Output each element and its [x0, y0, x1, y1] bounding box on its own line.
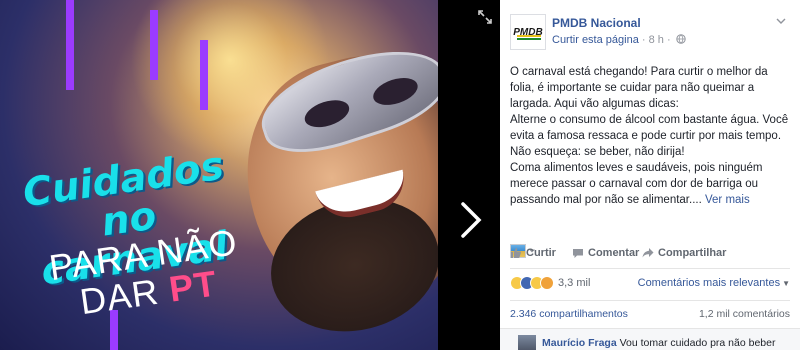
comment-icon: [573, 249, 583, 258]
meta-separator: ·: [666, 34, 671, 46]
comments-count[interactable]: 1,2 mil comentários: [699, 308, 790, 320]
thumbs-up-icon: [511, 248, 521, 258]
like-page-link[interactable]: Curtir esta página: [552, 34, 639, 46]
see-more-link[interactable]: Ver mais: [705, 194, 750, 206]
share-button[interactable]: Compartilhar: [642, 247, 726, 259]
expand-icon[interactable]: [478, 10, 492, 24]
angry-reaction-icon: [540, 276, 554, 290]
commenter-avatar[interactable]: [518, 335, 536, 350]
reactions-summary[interactable]: 3,3 mil Comentários mais relevantes ▼: [510, 276, 790, 294]
comment-button[interactable]: Comentar: [572, 247, 639, 259]
like-button[interactable]: Curtir: [510, 247, 556, 259]
comment-item: Maurício Fraga Vou tomar cuidado pra não…: [500, 328, 800, 350]
reactions-count[interactable]: 3,3 mil: [558, 277, 590, 289]
comment-button-label: Comentar: [588, 247, 640, 259]
mask-eye: [369, 72, 422, 110]
divider: [510, 300, 790, 301]
next-photo-arrow-icon[interactable]: [455, 200, 485, 240]
comment-sort-dropdown[interactable]: Comentários mais relevantes ▼: [638, 277, 790, 289]
share-arrow-icon: [642, 248, 654, 258]
post-time[interactable]: 8 h: [649, 34, 664, 46]
photo-stripe: [150, 10, 158, 80]
chevron-down-icon[interactable]: [776, 16, 786, 26]
post-actions: Curtir Comentar Compartilhar: [510, 244, 790, 266]
page-avatar[interactable]: PMDB: [510, 14, 546, 50]
caret-down-icon: ▼: [782, 279, 790, 288]
shares-count-link[interactable]: 2.346 compartilhamentos: [510, 308, 628, 320]
post-paragraph: O carnaval está chegando! Para curtir o …: [510, 66, 768, 110]
photo-stripe: [200, 40, 208, 110]
post-panel: PMDB PMDB Nacional Curtir esta página · …: [500, 0, 800, 350]
mask-eye: [301, 95, 353, 133]
comment-text: Maurício Fraga Vou tomar cuidado pra não…: [542, 337, 775, 349]
photo-stripe: [66, 0, 74, 90]
comment-author-link[interactable]: Maurício Fraga: [542, 337, 617, 349]
post-photo[interactable]: Cuidados no carnaval PARA NÃO DAR PT: [0, 0, 438, 350]
globe-icon: [676, 34, 686, 44]
share-button-label: Compartilhar: [658, 247, 727, 259]
photo-viewer: Cuidados no carnaval PARA NÃO DAR PT: [0, 0, 500, 350]
post-header: PMDB PMDB Nacional Curtir esta página · …: [500, 0, 800, 58]
subheadline-highlight: PT: [166, 262, 220, 310]
avatar-logo-green-bar: [517, 38, 541, 40]
post-meta: Curtir esta página · 8 h ·: [552, 34, 686, 46]
post-paragraph: Alterne o consumo de álcool com bastante…: [510, 114, 789, 158]
divider: [510, 268, 790, 269]
comment-body: Vou tomar cuidado pra não beber: [619, 337, 776, 349]
avatar-logo-yellow-bar: [517, 35, 541, 37]
like-button-label: Curtir: [526, 247, 556, 259]
comment-sort-label: Comentários mais relevantes: [637, 277, 781, 289]
page-name-link[interactable]: PMDB Nacional: [552, 16, 641, 30]
post-paragraph: Coma alimentos leves e saudáveis, pois n…: [510, 160, 792, 208]
post-text: O carnaval está chegando! Para curtir o …: [510, 64, 792, 208]
meta-separator: ·: [641, 34, 646, 46]
